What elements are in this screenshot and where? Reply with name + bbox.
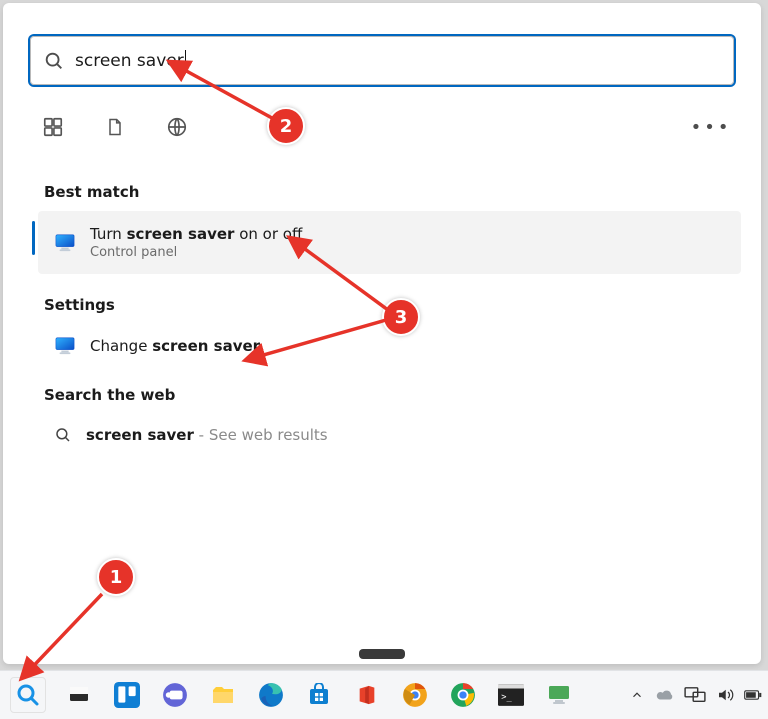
best-title: Turn screen saver on or off (90, 225, 302, 243)
filter-more[interactable]: ••• (698, 114, 724, 140)
tray-battery-icon[interactable] (744, 686, 762, 704)
heading-web: Search the web (44, 386, 741, 404)
taskbar-app-chat[interactable] (160, 680, 190, 710)
annotation-bubble-2: 2 (267, 107, 305, 145)
web-title: screen saver - See web results (86, 426, 328, 444)
search-box[interactable]: screen saver (30, 36, 734, 85)
search-filters: ••• (40, 107, 724, 147)
annotation-bubble-1: 1 (97, 558, 135, 596)
tray-onedrive-icon[interactable] (656, 686, 674, 704)
taskbar-task-view[interactable] (64, 680, 94, 710)
svg-text:>_: >_ (501, 692, 512, 702)
annotation-bubble-3: 3 (382, 298, 420, 336)
result-web-search[interactable]: screen saver - See web results (38, 414, 741, 456)
settings-title: Change screen saver (90, 337, 260, 355)
monitor-icon (54, 233, 76, 253)
monitor-icon (54, 336, 76, 356)
search-input-value: screen saver (75, 51, 184, 71)
tray (628, 671, 762, 719)
filter-documents[interactable] (102, 114, 128, 140)
taskbar-app-office[interactable] (352, 680, 382, 710)
taskbar: >_ (0, 670, 768, 719)
taskbar-search-button[interactable] (10, 677, 46, 713)
result-best-match[interactable]: Turn screen saver on or off Control pane… (38, 211, 741, 274)
tray-network-icon[interactable] (684, 686, 706, 704)
taskbar-app-chrome-canary[interactable] (400, 680, 430, 710)
best-subtitle: Control panel (90, 245, 302, 260)
panel-grabber[interactable] (359, 649, 405, 659)
taskbar-app-edge[interactable] (256, 680, 286, 710)
taskbar-app-terminal[interactable]: >_ (496, 680, 526, 710)
taskbar-app-explorer[interactable] (208, 680, 238, 710)
heading-best-match: Best match (44, 183, 741, 201)
search-icon (54, 426, 72, 444)
taskbar-app-store[interactable] (304, 680, 334, 710)
tray-overflow[interactable] (628, 686, 646, 704)
text-caret (185, 50, 186, 72)
tray-volume-icon[interactable] (716, 686, 734, 704)
filter-web[interactable] (164, 114, 190, 140)
filter-apps[interactable] (40, 114, 66, 140)
taskbar-app-chrome[interactable] (448, 680, 478, 710)
taskbar-app-trello[interactable] (112, 680, 142, 710)
taskbar-app-generic[interactable] (544, 680, 574, 710)
